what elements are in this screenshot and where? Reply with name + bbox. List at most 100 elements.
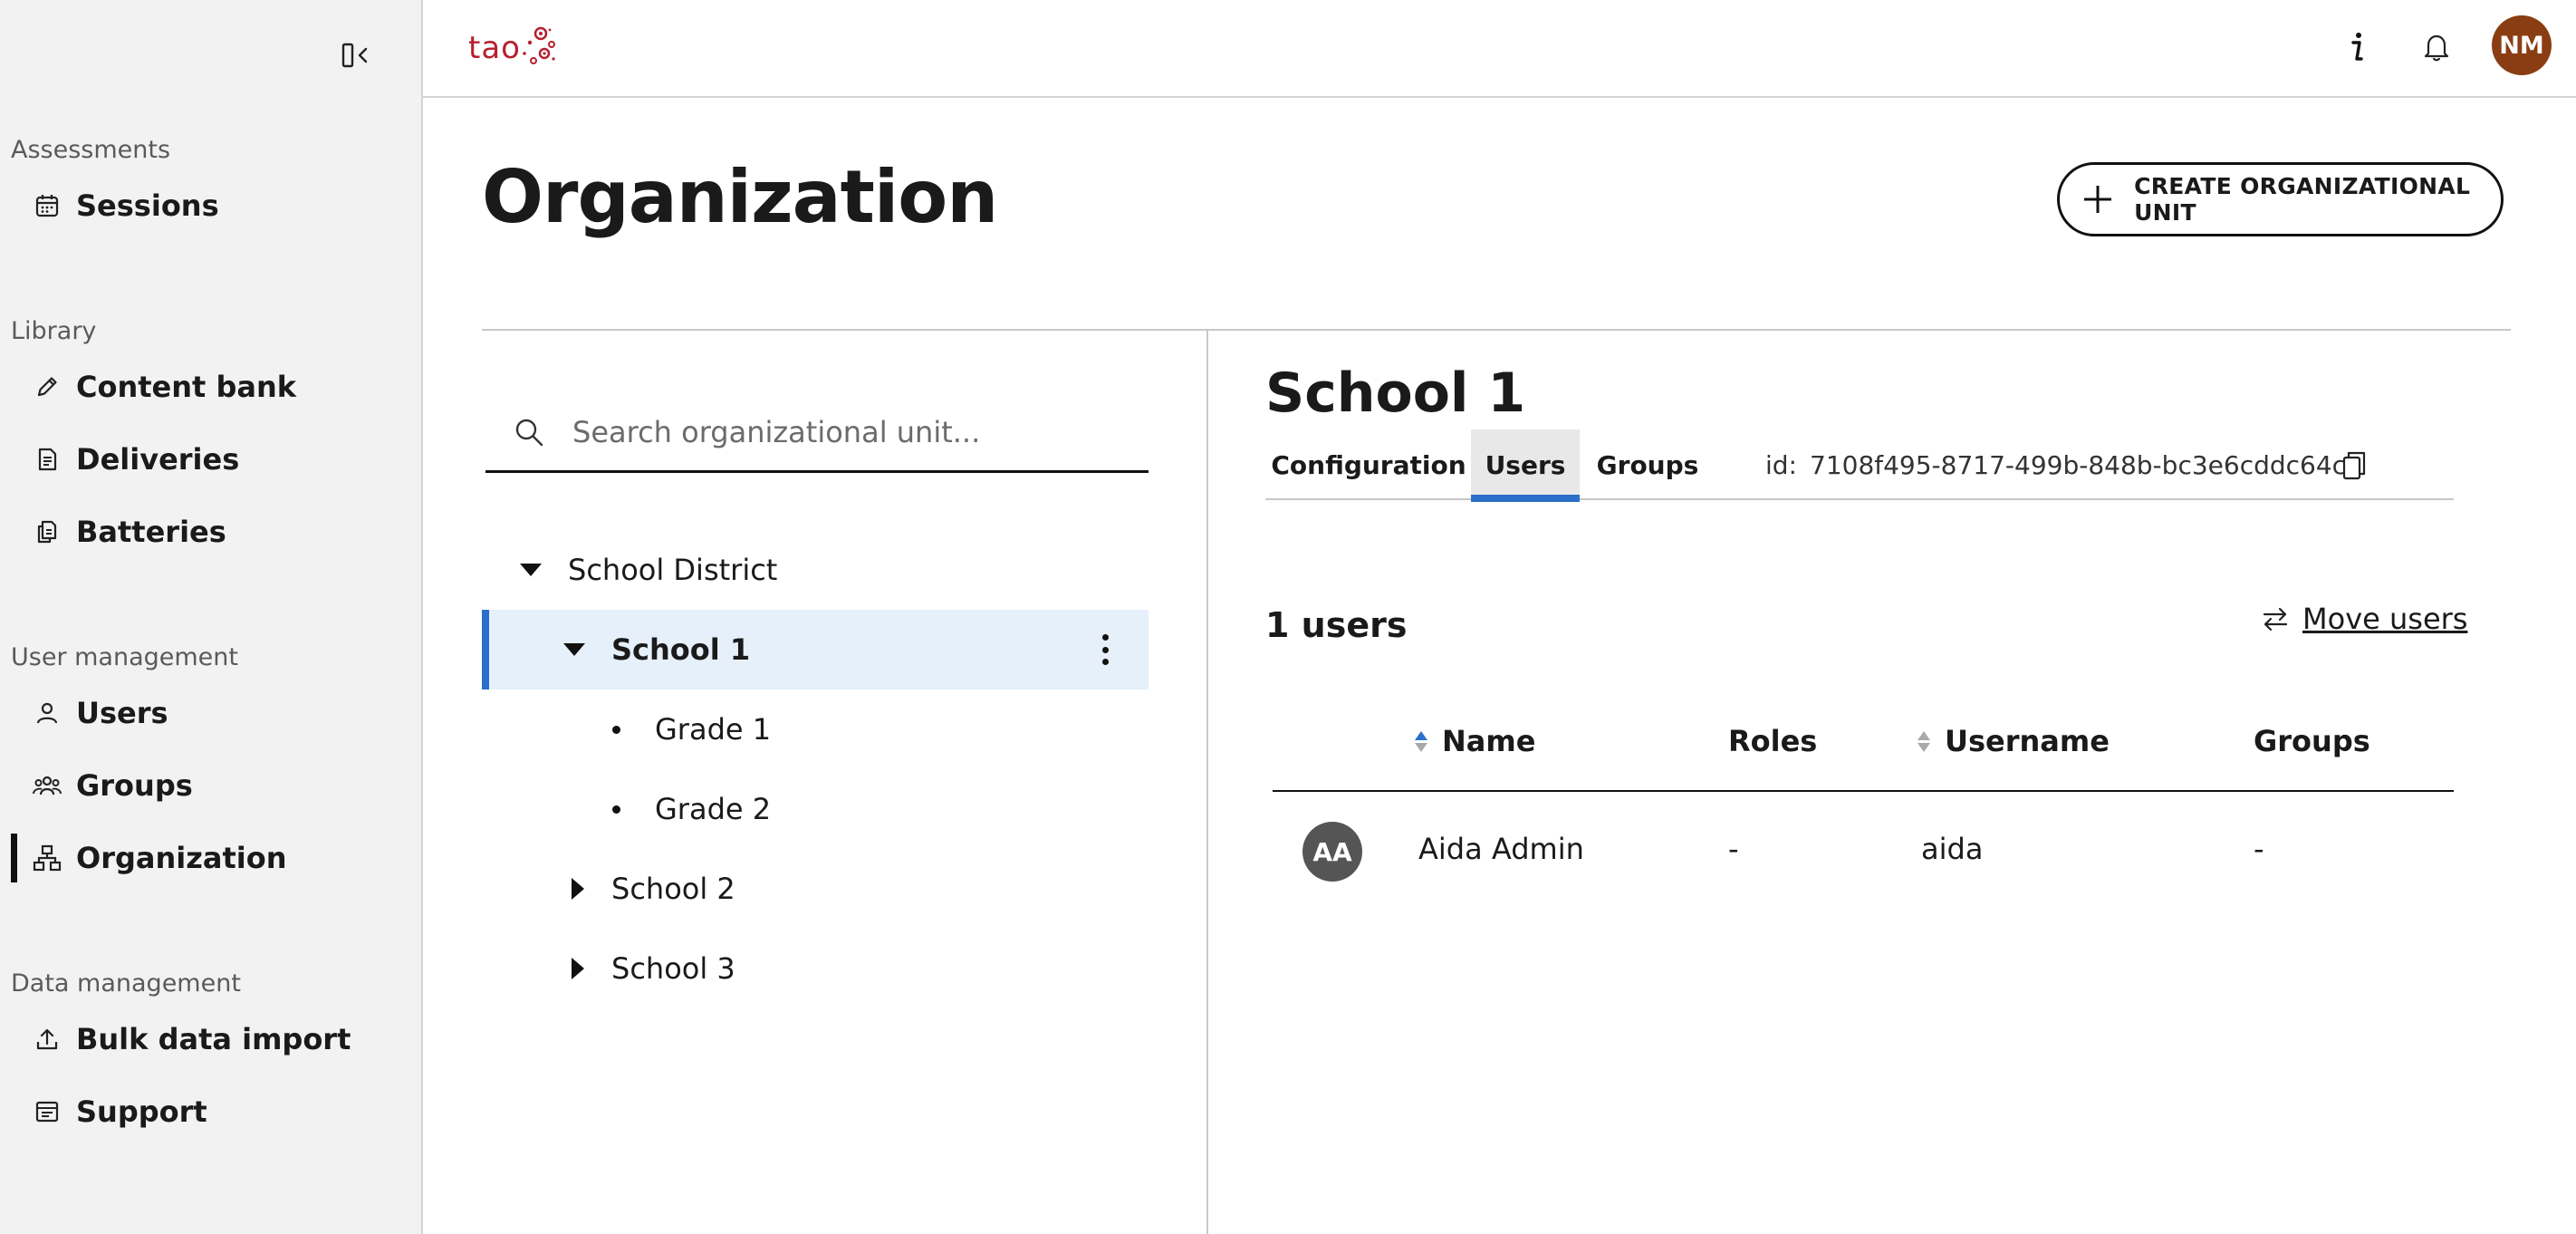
nav-section-user-management: User management: [11, 641, 238, 674]
move-users-label: Move users: [2302, 602, 2468, 636]
column-divider: [1206, 330, 1208, 1234]
column-header-groups: Groups: [2254, 721, 2370, 761]
sidebar-item-label: Organization: [76, 841, 287, 875]
search-icon: [511, 414, 547, 450]
sidebar-item-batteries[interactable]: Batteries: [11, 506, 409, 558]
column-header-label: Name: [1442, 724, 1536, 758]
tab-configuration[interactable]: Configuration: [1265, 429, 1472, 500]
sidebar-item-label: Support: [76, 1094, 207, 1129]
users-count: 1 users: [1265, 605, 1408, 645]
create-organizational-unit-button[interactable]: CREATE ORGANIZATIONAL UNIT: [2057, 162, 2504, 236]
tree-node-label: Grade 2: [655, 792, 772, 826]
bullet-icon: [612, 726, 620, 734]
logo-text: tao: [468, 30, 521, 66]
caret-down-icon[interactable]: [561, 636, 588, 663]
sidebar-item-sessions[interactable]: Sessions: [11, 179, 409, 232]
sidebar-item-label: Users: [76, 696, 168, 730]
nav-section-data-management: Data management: [11, 968, 241, 1000]
tree-search: [485, 393, 1149, 473]
sidebar-item-label: Bulk data import: [76, 1022, 351, 1056]
sidebar: Assessments Sessions Library Content ban…: [0, 0, 423, 1234]
sidebar-item-deliveries[interactable]: Deliveries: [11, 433, 409, 486]
tree-node-label: School 1: [611, 632, 751, 667]
bullet-icon: [612, 805, 620, 814]
collapse-sidebar-button[interactable]: [341, 40, 371, 71]
info-button[interactable]: [2337, 27, 2377, 67]
users-table-header: Name Roles Username Groups: [1273, 707, 2454, 792]
column-header-name[interactable]: Name: [1413, 721, 1535, 761]
sidebar-item-label: Sessions: [76, 188, 219, 223]
org-chart-icon: [33, 844, 62, 872]
user-icon: [33, 699, 62, 728]
nav-section-label: Assessments: [11, 136, 171, 164]
caret-right-icon[interactable]: [564, 955, 591, 982]
calendar-icon: [33, 191, 62, 220]
upload-icon: [33, 1025, 62, 1054]
org-unit-id: id: 7108f495-8717-499b-848b-bc3e6cddc64c: [1765, 429, 2346, 500]
nav-section-library: Library: [11, 315, 96, 348]
page-title: Organization: [482, 155, 998, 239]
column-header-username[interactable]: Username: [1916, 721, 2110, 761]
sidebar-item-users[interactable]: Users: [11, 687, 409, 739]
detail-tabs: Configuration Users Groups id: 7108f495-…: [1265, 429, 2454, 502]
sort-icon[interactable]: [1916, 726, 1932, 757]
more-options-icon[interactable]: [1094, 631, 1116, 668]
sidebar-item-bulk-data-import[interactable]: Bulk data import: [11, 1013, 409, 1065]
bell-icon: [2424, 34, 2449, 62]
sidebar-item-content-bank[interactable]: Content bank: [11, 361, 409, 413]
avatar: AA: [1302, 822, 1362, 882]
tree-node-grade-1[interactable]: Grade 1: [482, 689, 1149, 769]
sidebar-item-support[interactable]: Support: [11, 1085, 409, 1138]
caret-right-icon[interactable]: [564, 875, 591, 902]
document-list-icon: [33, 445, 62, 474]
tree-node-school-district[interactable]: School District: [482, 530, 1149, 610]
nav-section-assessments: Assessments: [11, 134, 170, 167]
nav-section-label: User management: [11, 643, 238, 671]
info-icon: [2351, 33, 2363, 61]
cell-name: Aida Admin: [1418, 832, 1584, 866]
column-header-label: Username: [1945, 724, 2110, 758]
sidebar-item-groups[interactable]: Groups: [11, 759, 409, 812]
plus-icon: [2081, 181, 2114, 217]
sidebar-item-label: Groups: [76, 768, 193, 803]
documents-icon: [33, 517, 62, 546]
swap-icon: [2261, 604, 2290, 633]
sort-icon[interactable]: [1413, 726, 1429, 757]
tao-logo[interactable]: tao: [468, 20, 559, 76]
move-users-link[interactable]: Move users: [2261, 602, 2467, 636]
tab-users[interactable]: Users: [1471, 429, 1580, 502]
id-prefix: id:: [1765, 449, 1797, 480]
column-header-label: Groups: [2254, 724, 2370, 758]
cell-username: aida: [1921, 832, 1984, 866]
tree-node-label: Grade 1: [655, 712, 772, 747]
table-row[interactable]: AA Aida Admin - aida -: [1273, 794, 2454, 908]
tab-groups[interactable]: Groups: [1582, 429, 1713, 500]
tree-node-grade-2[interactable]: Grade 2: [482, 769, 1149, 849]
cell-roles: -: [1728, 832, 1739, 866]
caret-down-icon[interactable]: [517, 556, 544, 583]
column-header-roles: Roles: [1728, 721, 1817, 761]
collapse-sidebar-icon: [341, 43, 368, 68]
sidebar-item-label: Deliveries: [76, 442, 240, 477]
nav-section-label: Data management: [11, 969, 241, 998]
search-org-unit-input[interactable]: [572, 414, 1098, 449]
sidebar-item-organization[interactable]: Organization: [11, 832, 409, 884]
notifications-button[interactable]: [2417, 27, 2456, 67]
detail-title: School 1: [1265, 362, 1526, 425]
tree-node-label: School 3: [611, 951, 735, 986]
copy-icon: [2342, 451, 2366, 480]
topbar: tao NM: [423, 0, 2576, 98]
tree-node-label: School 2: [611, 872, 735, 906]
pencil-icon: [33, 372, 62, 401]
tree-node-school-2[interactable]: School 2: [482, 849, 1149, 929]
logo-mark-icon: [523, 26, 555, 64]
tree-node-school-3[interactable]: School 3: [482, 929, 1149, 1008]
tree-node-school-1[interactable]: School 1: [482, 610, 1149, 689]
nav-section-label: Library: [11, 317, 97, 345]
tree-node-label: School District: [568, 553, 778, 587]
copy-id-button[interactable]: [2336, 448, 2372, 484]
id-value: 7108f495-8717-499b-848b-bc3e6cddc64c: [1810, 449, 2347, 480]
column-header-label: Roles: [1728, 724, 1818, 758]
user-avatar[interactable]: NM: [2492, 15, 2552, 75]
sidebar-item-label: Batteries: [76, 515, 226, 549]
